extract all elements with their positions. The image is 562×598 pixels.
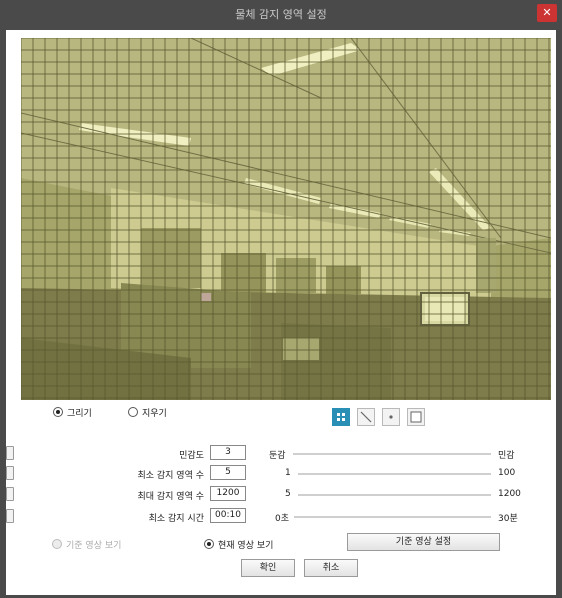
- min-area-slider-track[interactable]: [298, 473, 491, 475]
- max-area-label: 최대 감지 영역 수: [137, 492, 204, 502]
- current-image-radio-indicator: [204, 539, 214, 549]
- grid-overlay: [21, 38, 551, 400]
- erase-mode-label: 지우기: [142, 408, 167, 419]
- point-tool-icon: [389, 415, 393, 419]
- min-area-label: 최소 감지 영역 수: [137, 471, 204, 481]
- sensitivity-slider-thumb[interactable]: [6, 446, 14, 460]
- rect-tool-button[interactable]: [407, 408, 425, 426]
- min-time-max-label: 30분: [498, 514, 518, 524]
- max-area-slider-track[interactable]: [298, 494, 491, 496]
- rect-tool-icon: [410, 411, 422, 423]
- min-time-slider-track[interactable]: [294, 516, 491, 518]
- close-button[interactable]: ✕: [537, 4, 557, 22]
- min-time-slider-thumb[interactable]: [6, 509, 14, 523]
- max-area-min-label: 5: [285, 489, 291, 499]
- min-time-label: 최소 감지 시간: [148, 514, 204, 524]
- min-area-slider-thumb[interactable]: [6, 466, 14, 480]
- min-area-min-label: 1: [285, 468, 291, 478]
- sensitivity-max-label: 민감: [498, 451, 515, 461]
- current-image-radio[interactable]: 현재 영상 보기: [204, 538, 274, 551]
- erase-radio-indicator: [128, 407, 138, 417]
- set-base-image-button[interactable]: 기준 영상 설정: [347, 533, 500, 551]
- draw-radio-indicator: [53, 407, 63, 417]
- min-area-field[interactable]: 5: [210, 465, 246, 480]
- erase-mode-radio[interactable]: 지우기: [128, 406, 167, 419]
- title-bar[interactable]: 물체 감지 영역 설정 ✕: [0, 0, 562, 30]
- draw-mode-label: 그리기: [67, 408, 92, 419]
- dialog-window: 물체 감지 영역 설정 ✕ 그리기 지우기 민감도 3 둔감 민감 최소 감지 …: [0, 0, 562, 598]
- line-tool-icon: [360, 411, 372, 423]
- max-area-field[interactable]: 1200: [210, 486, 246, 501]
- ok-button[interactable]: 확인: [241, 559, 295, 577]
- min-area-max-label: 100: [498, 468, 516, 478]
- current-image-label: 현재 영상 보기: [218, 540, 274, 551]
- point-tool-button[interactable]: [382, 408, 400, 426]
- sensitivity-label: 민감도: [179, 451, 204, 461]
- sensitivity-slider-track[interactable]: [293, 453, 491, 455]
- base-image-radio-indicator: [52, 539, 62, 549]
- line-tool-button[interactable]: [357, 408, 375, 426]
- cancel-button[interactable]: 취소: [304, 559, 358, 577]
- grid-tool-icon: [337, 413, 345, 421]
- max-area-slider-thumb[interactable]: [6, 487, 14, 501]
- sensitivity-field[interactable]: 3: [210, 445, 246, 460]
- min-time-min-label: 0초: [275, 514, 290, 524]
- base-image-radio: 기준 영상 보기: [52, 538, 122, 551]
- base-image-label: 기준 영상 보기: [66, 540, 122, 551]
- sensitivity-min-label: 둔감: [269, 451, 286, 461]
- max-area-max-label: 1200: [498, 489, 521, 499]
- detection-grid[interactable]: [21, 38, 551, 400]
- camera-preview[interactable]: [21, 38, 551, 400]
- min-time-field[interactable]: 00:10: [210, 508, 246, 523]
- grid-tool-button[interactable]: [332, 408, 350, 426]
- dialog-body: 그리기 지우기 민감도 3 둔감 민감 최소 감지 영역 수 5 1 100 최…: [6, 30, 556, 595]
- dialog-title: 물체 감지 영역 설정: [235, 8, 327, 21]
- draw-mode-radio[interactable]: 그리기: [53, 406, 92, 419]
